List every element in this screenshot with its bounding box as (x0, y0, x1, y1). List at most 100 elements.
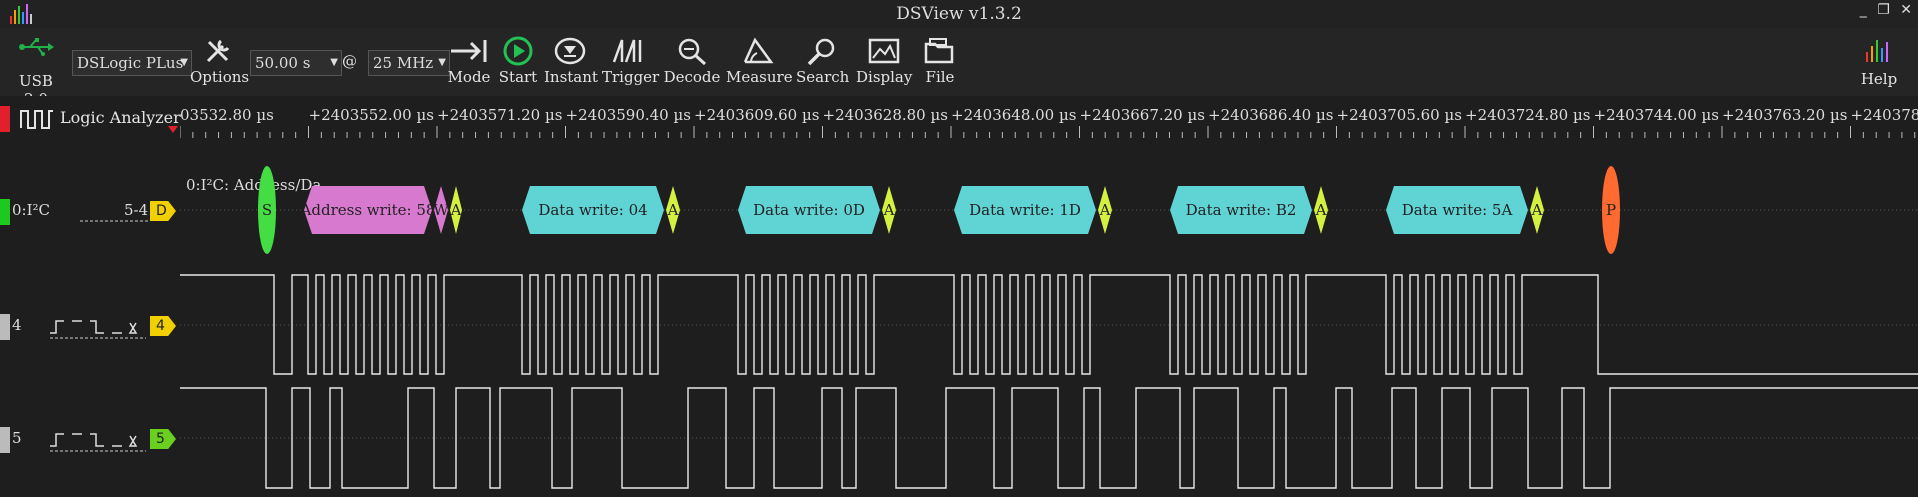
ruler-tick-label: +2403590.40 µs (566, 106, 691, 124)
mode-arrow-icon (451, 40, 487, 62)
search-icon (807, 38, 835, 66)
search-button[interactable]: Search (796, 36, 849, 86)
decoder-annotation-text: A (1099, 201, 1111, 219)
restore-button[interactable]: ❐ (1877, 2, 1890, 18)
decoder-annotation[interactable]: A (450, 186, 462, 234)
channel-tag[interactable]: D (150, 201, 176, 221)
play-icon (503, 36, 533, 66)
options-button[interactable]: Options (190, 36, 249, 86)
waveform-canvas: S Address write: 58W A Data write: 04 A Data … (180, 166, 1918, 489)
decoder-annotation-text: W (433, 201, 449, 219)
decoder-annotation[interactable]: Data write: 0D (738, 186, 880, 234)
analyzer-flag (0, 106, 10, 132)
decoder-annotation[interactable]: A (666, 186, 680, 234)
analyzer-label: Logic Analyzer (60, 108, 181, 127)
edge-trigger-icons[interactable] (50, 317, 146, 339)
channel-flag (0, 314, 10, 340)
edge-trigger-icons[interactable] (50, 430, 146, 452)
decoder-annotation[interactable]: P (1602, 166, 1620, 254)
display-icon (868, 38, 900, 64)
decoder-annotation-text: Data write: 0D (753, 201, 865, 219)
decoder-annotation[interactable]: Address write: 58 (300, 186, 436, 234)
decoder-annotation-text: Data write: 1D (969, 201, 1081, 219)
decoder-annotation[interactable]: A (1098, 186, 1112, 234)
decoder-annotation[interactable]: Data write: 5A (1386, 186, 1528, 234)
waveform-plot[interactable]: 0:I²C: Address/Da S Address write: 58 W A Da… (180, 138, 1918, 497)
ruler-tick-label: +2403724.80 µs (1465, 106, 1590, 124)
minimize-button[interactable]: _ (1860, 2, 1867, 18)
decoder-annotation[interactable]: Data write: 1D (954, 186, 1096, 234)
rate-select[interactable]: 25 MHz ▼ (368, 50, 450, 76)
wrench-icon (206, 39, 230, 63)
start-button[interactable]: Start (496, 36, 540, 86)
decoder-annotation-text: Data write: B2 (1186, 201, 1297, 219)
toolbar: USB 2.0 DSLogic PLus▼ Options 50.00 s▼ @… (0, 28, 1918, 108)
help-logo-icon (1866, 40, 1888, 62)
measure-icon (743, 37, 774, 64)
file-button[interactable]: File (918, 36, 962, 86)
ruler-tick-label: +2403782.40 µs (1851, 106, 1918, 124)
channel-range: 5-4 (124, 201, 149, 219)
mode-button[interactable]: Mode (446, 36, 492, 86)
trigger-button[interactable]: Trigger (602, 36, 659, 86)
decoder-annotation[interactable]: W (433, 186, 449, 234)
decoder-annotation-text: Address write: 58 (300, 201, 436, 219)
trigger-icon (612, 39, 642, 63)
decoder-annotation[interactable]: A (882, 186, 896, 234)
ruler-tick-label: +2403763.20 µs (1722, 106, 1847, 124)
ruler-tick-label: 03532.80 µs (180, 106, 274, 124)
decoder-annotation[interactable]: Data write: B2 (1170, 186, 1312, 234)
decoder-annotation-text: Data write: 5A (1402, 201, 1513, 219)
decoder-annotation-text: A (450, 201, 462, 219)
decoder-annotation-text: P (1606, 201, 1616, 219)
ruler-tick-label: +2403686.40 µs (1208, 106, 1333, 124)
channel-flag (0, 427, 10, 453)
decoder-annotation-text: S (262, 201, 272, 219)
channel-name: 0:I²C (12, 201, 51, 219)
square-wave-icon (20, 110, 53, 129)
decoder-annotation[interactable]: S (258, 166, 276, 254)
channel-5-header[interactable]: 5 5 (0, 413, 180, 465)
title-bar: DSView v1.3.2 _ ❐ ✕ (0, 0, 1918, 28)
channel-4-header[interactable]: 4 4 (0, 300, 180, 352)
time-ruler[interactable]: 03532.80 µs +2403552.00 µs +2403571.20 µs +… (180, 96, 1918, 138)
decoder-annotation-text: Data write: 04 (538, 201, 647, 219)
ruler-tick-label: +2403705.60 µs (1337, 106, 1462, 124)
display-button[interactable]: Display (856, 36, 912, 86)
channel-name: 5 (12, 429, 22, 447)
channel-name: 4 (12, 316, 22, 334)
usb-icon (19, 38, 54, 56)
measure-button[interactable]: Measure (726, 36, 793, 86)
channel-decoder-header[interactable]: 0:I²C 5-4 D (0, 185, 180, 237)
chevron-down-icon: ▼ (180, 57, 188, 68)
triangle-down-icon[interactable] (168, 126, 178, 134)
duration-select[interactable]: 50.00 s ▼ (250, 50, 342, 76)
ruler-tick-label: +2403628.80 µs (823, 106, 948, 124)
close-button[interactable]: ✕ (1900, 2, 1912, 18)
decoder-annotation-text: A (667, 201, 679, 219)
help-button[interactable]: Help (1854, 36, 1904, 88)
ruler-tick-label: +2403552.00 µs (309, 106, 434, 124)
folder-icon (924, 38, 954, 64)
decoder-annotation-text: A (883, 201, 895, 219)
decoder-annotation[interactable]: A (1530, 186, 1544, 234)
device-select[interactable]: DSLogic PLus ▼ (72, 50, 192, 76)
decode-icon (678, 38, 707, 66)
ruler-ticks: 03532.80 µs +2403552.00 µs +2403571.20 µs +… (180, 106, 1918, 138)
ruler-tick-label: +2403609.60 µs (694, 106, 819, 124)
ruler-tick-label: +2403744.00 µs (1594, 106, 1719, 124)
channel-tag[interactable]: 5 (150, 429, 176, 449)
channel-tag[interactable]: 4 (150, 316, 176, 336)
decoder-annotation-text: A (1315, 201, 1327, 219)
at-label: @ (342, 52, 357, 70)
instant-icon (554, 37, 586, 65)
channel-flag (0, 199, 10, 225)
dashed-underline (80, 220, 150, 222)
window-title: DSView v1.3.2 (896, 4, 1022, 24)
decoder-annotation[interactable]: Data write: 04 (522, 186, 664, 234)
decode-button[interactable]: Decode (662, 36, 722, 86)
ruler-tick-label: +2403571.20 µs (437, 106, 562, 124)
instant-button[interactable]: Instant (544, 36, 598, 86)
decoder-annotation[interactable]: A (1314, 186, 1328, 234)
ruler-tick-label: +2403648.00 µs (951, 106, 1076, 124)
